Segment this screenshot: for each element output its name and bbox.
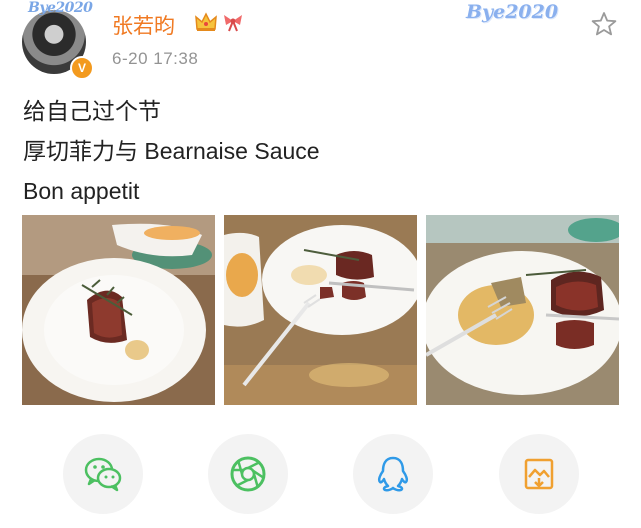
save-image-button[interactable]	[499, 434, 579, 514]
steak-photo-3	[426, 215, 619, 405]
content-line: Bon appetit	[23, 178, 140, 204]
content-line: 厚切菲力与 Bearnaise Sauce	[23, 138, 320, 164]
bow-icon	[224, 15, 242, 32]
qq-icon	[377, 456, 409, 492]
verified-badge-icon: V	[70, 56, 94, 80]
steak-photo-1	[22, 215, 215, 405]
post-timestamp: 6-20 17:38	[112, 49, 199, 68]
star-icon[interactable]	[590, 10, 618, 38]
wechat-icon	[84, 457, 122, 492]
crown-icon	[195, 12, 217, 31]
share-wechat-button[interactable]	[63, 434, 143, 514]
moments-icon	[230, 456, 266, 492]
username[interactable]: 张若昀	[112, 10, 175, 40]
share-qq-button[interactable]	[353, 434, 433, 514]
avatar-frame-text: Bye2020	[28, 0, 93, 16]
avatar-container[interactable]: Bye2020 V	[22, 0, 94, 80]
post-image-3[interactable]	[426, 215, 619, 405]
post-image-1[interactable]	[22, 215, 215, 405]
content-line: 给自己过个节	[23, 98, 161, 124]
card-decoration: Bye2020	[466, 1, 559, 23]
save-image-icon	[524, 458, 554, 490]
post-image-2[interactable]	[224, 215, 417, 405]
post-content: 给自己过个节 厚切菲力与 Bearnaise Sauce Bon appetit	[23, 91, 320, 211]
steak-photo-2	[224, 215, 417, 405]
share-moments-button[interactable]	[208, 434, 288, 514]
